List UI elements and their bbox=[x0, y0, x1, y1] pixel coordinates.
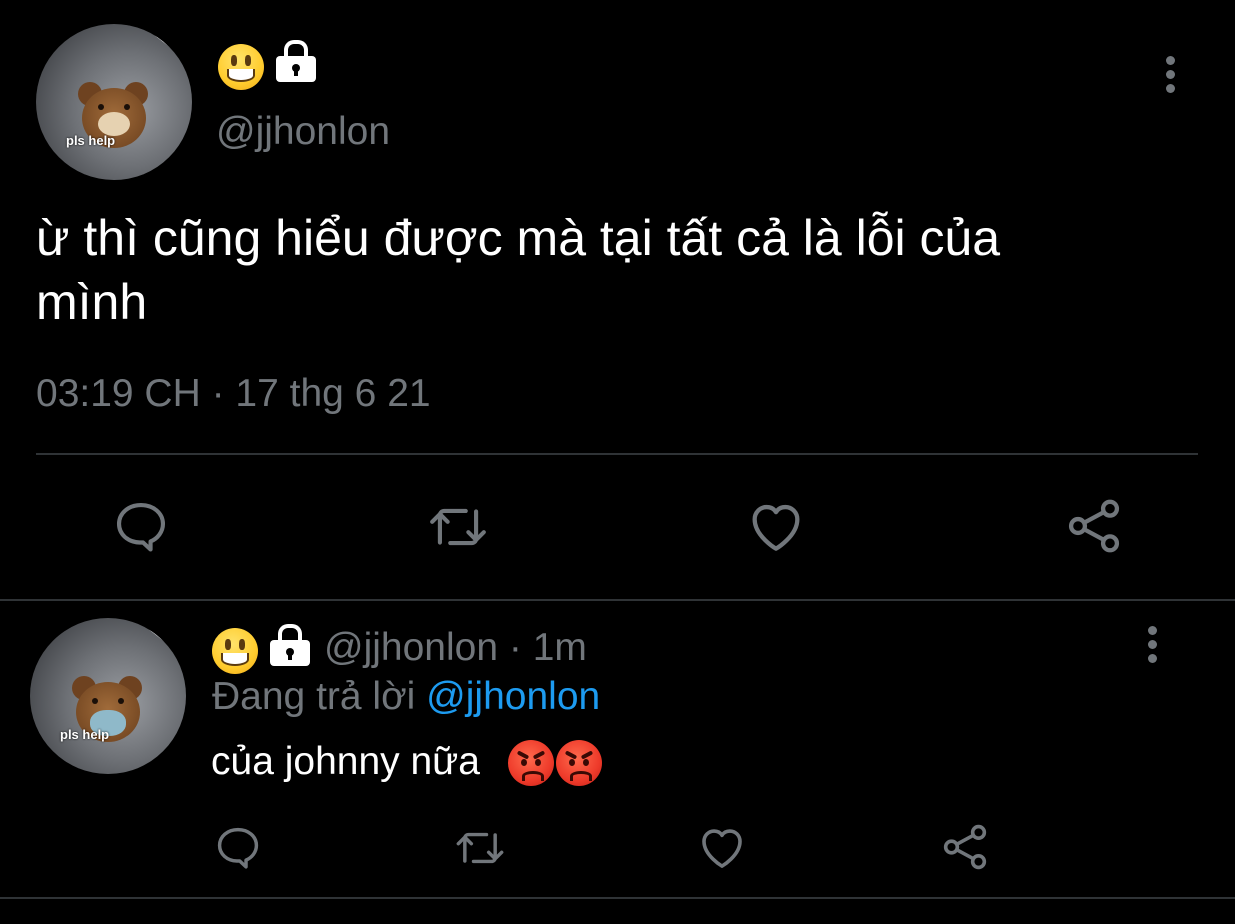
divider bbox=[0, 897, 1235, 899]
like-icon[interactable] bbox=[744, 494, 808, 558]
grinning-face-icon bbox=[218, 44, 264, 90]
avatar-bear bbox=[98, 104, 104, 110]
share-icon[interactable] bbox=[1062, 494, 1126, 558]
angry-face-icon bbox=[556, 740, 602, 786]
avatar-bear bbox=[124, 104, 130, 110]
avatar[interactable]: pls help bbox=[36, 24, 192, 180]
avatar-bear bbox=[92, 698, 98, 704]
grinning-face-icon bbox=[212, 628, 258, 674]
user-handle[interactable]: @jjhonlon bbox=[324, 626, 498, 669]
lock-icon bbox=[274, 40, 318, 84]
more-options-icon[interactable] bbox=[1142, 626, 1164, 666]
tweet-timestamp[interactable]: 03:19 CH · 17 thg 6 21 bbox=[36, 372, 431, 416]
share-icon[interactable] bbox=[938, 820, 992, 874]
like-icon[interactable] bbox=[695, 820, 749, 874]
user-handle[interactable]: @jjhonlon bbox=[216, 110, 390, 154]
avatar-bear bbox=[118, 698, 124, 704]
retweet-icon[interactable] bbox=[425, 496, 491, 558]
divider bbox=[36, 453, 1198, 455]
lock-icon bbox=[268, 624, 312, 668]
replying-to-link[interactable]: @jjhonlon bbox=[426, 675, 600, 718]
more-options-icon[interactable] bbox=[1160, 56, 1182, 96]
reply-icon[interactable] bbox=[110, 496, 172, 558]
reply-header: @jjhonlon · 1m bbox=[324, 626, 587, 670]
reply-icon[interactable] bbox=[212, 822, 264, 874]
tweet-text: ừ thì cũng hiểu được mà tại tất cả là lỗ… bbox=[36, 210, 1001, 330]
replying-to: Đang trả lời @jjhonlon bbox=[212, 675, 600, 719]
avatar[interactable]: pls help bbox=[30, 618, 186, 774]
reply-time: · 1m bbox=[508, 626, 587, 669]
replying-prefix: Đang trả lời bbox=[212, 675, 416, 718]
divider bbox=[0, 599, 1235, 601]
tweet-text: của johnny nữa bbox=[211, 740, 480, 783]
retweet-icon[interactable] bbox=[452, 822, 508, 874]
avatar-caption: pls help bbox=[60, 727, 110, 742]
avatar-caption: pls help bbox=[66, 133, 116, 148]
angry-face-icon bbox=[508, 740, 554, 786]
